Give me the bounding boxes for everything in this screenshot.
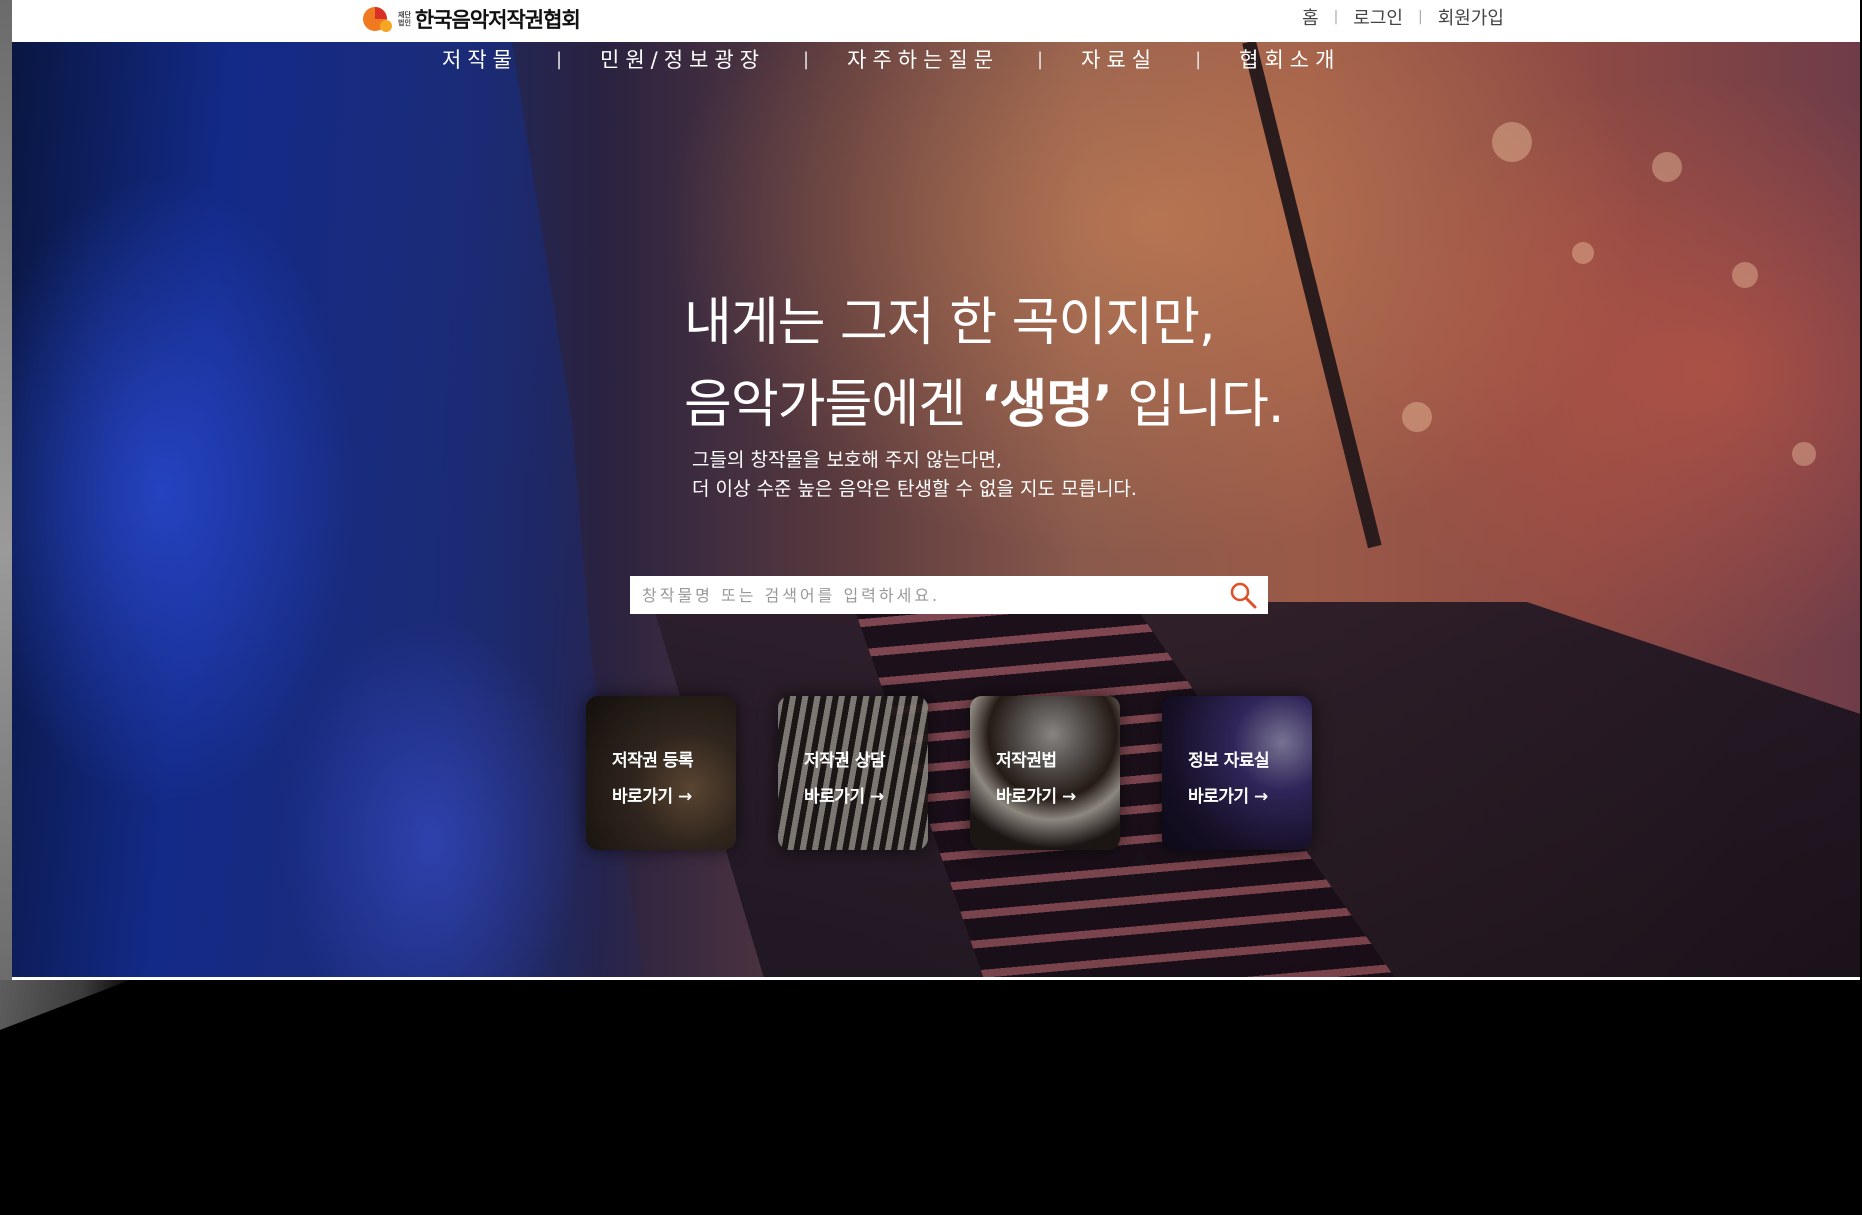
card-copyright-registration[interactable]: 저작권 등록 바로가기 → <box>586 696 736 850</box>
quick-link-cards: 저작권 등록 바로가기 → 저작권 상담 바로가기 → 저작권법 바로가기 → … <box>586 696 1354 850</box>
card-title: 저작권 등록 <box>612 751 694 771</box>
site-name: 한국음악저작권협회 <box>414 8 581 32</box>
headline-line2-post: 입니다. <box>1111 375 1284 435</box>
subtext-line1: 그들의 창작물을 보호해 주지 않는다면, <box>692 449 1002 471</box>
logo-tag-line1: 재단 <box>398 11 411 19</box>
browser-page: 재단 법인 한국음악저작권협회 홈 | 로그인 | 회원가입 내게는 그저 한 … <box>12 0 1860 980</box>
top-bar: 재단 법인 한국음악저작권협회 홈 | 로그인 | 회원가입 <box>12 0 1860 42</box>
search-button[interactable] <box>1218 576 1268 614</box>
utility-separator: | <box>1333 9 1339 25</box>
utility-separator: | <box>1417 9 1423 25</box>
nav-separator: | <box>1195 48 1202 70</box>
card-link: 바로가기 → <box>1188 787 1268 807</box>
signup-link[interactable]: 회원가입 <box>1438 4 1504 30</box>
site-logo[interactable]: 재단 법인 한국음악저작권협회 <box>362 2 581 36</box>
bokeh-light <box>1652 152 1682 182</box>
logo-tag-line2: 법인 <box>398 19 411 27</box>
nav-item-faq[interactable]: 자주하는질문 <box>847 44 999 74</box>
background-wedge <box>0 980 130 1030</box>
pianist-figure <box>12 42 652 977</box>
hero-subtext: 그들의 창작물을 보호해 주지 않는다면, 더 이상 수준 높은 음악은 탄생할… <box>692 446 1137 504</box>
card-info-archive[interactable]: 정보 자료실 바로가기 → <box>1162 696 1312 850</box>
logo-icon <box>363 7 392 32</box>
card-copyright-law[interactable]: 저작권법 바로가기 → <box>970 696 1120 850</box>
card-copyright-consulting[interactable]: 저작권 상담 바로가기 → <box>778 696 928 850</box>
hero-banner: 내게는 그저 한 곡이지만, 음악가들에겐 ‘생명’ 입니다. 그들의 창작물을… <box>12 42 1860 977</box>
logo-tag: 재단 법인 <box>398 11 411 27</box>
nav-item-archive[interactable]: 자료실 <box>1081 44 1157 74</box>
card-title: 저작권법 <box>996 751 1057 771</box>
nav-item-petition-info[interactable]: 민원/정보광장 <box>600 44 765 74</box>
nav-separator: | <box>1037 48 1044 70</box>
headline-line2: 음악가들에겐 ‘생명’ 입니다. <box>684 364 1284 446</box>
bokeh-light <box>1792 442 1816 466</box>
card-link: 바로가기 → <box>996 787 1076 807</box>
bokeh-light <box>1402 402 1432 432</box>
bokeh-light <box>1492 122 1532 162</box>
bokeh-light <box>1732 262 1758 288</box>
headline-line1: 내게는 그저 한 곡이지만, <box>684 293 1216 353</box>
main-nav: 저작물 | 민원/정보광장 | 자주하는질문 | 자료실 | 협회소개 <box>442 44 1340 74</box>
bokeh-light <box>1572 242 1594 264</box>
home-link[interactable]: 홈 <box>1302 4 1319 30</box>
card-title: 저작권 상담 <box>804 751 886 771</box>
card-title: 정보 자료실 <box>1188 751 1270 771</box>
search-icon <box>1230 582 1257 609</box>
nav-item-about[interactable]: 협회소개 <box>1239 44 1340 74</box>
nav-item-works[interactable]: 저작물 <box>442 44 518 74</box>
card-link: 바로가기 → <box>612 787 692 807</box>
search-box <box>630 576 1268 614</box>
headline-line2-pre: 음악가들에겐 <box>684 375 981 435</box>
nav-separator: | <box>803 48 810 70</box>
headline-highlight: ‘생명’ <box>980 375 1113 435</box>
login-link[interactable]: 로그인 <box>1353 4 1403 30</box>
hero-headline: 내게는 그저 한 곡이지만, 음악가들에겐 ‘생명’ 입니다. <box>684 282 1284 446</box>
search-input[interactable] <box>630 576 1218 614</box>
nav-separator: | <box>555 48 563 70</box>
card-link: 바로가기 → <box>804 787 884 807</box>
subtext-line2: 더 이상 수준 높은 음악은 탄생할 수 없을 지도 모릅니다. <box>692 478 1137 500</box>
utility-links: 홈 | 로그인 | 회원가입 <box>1302 4 1504 30</box>
